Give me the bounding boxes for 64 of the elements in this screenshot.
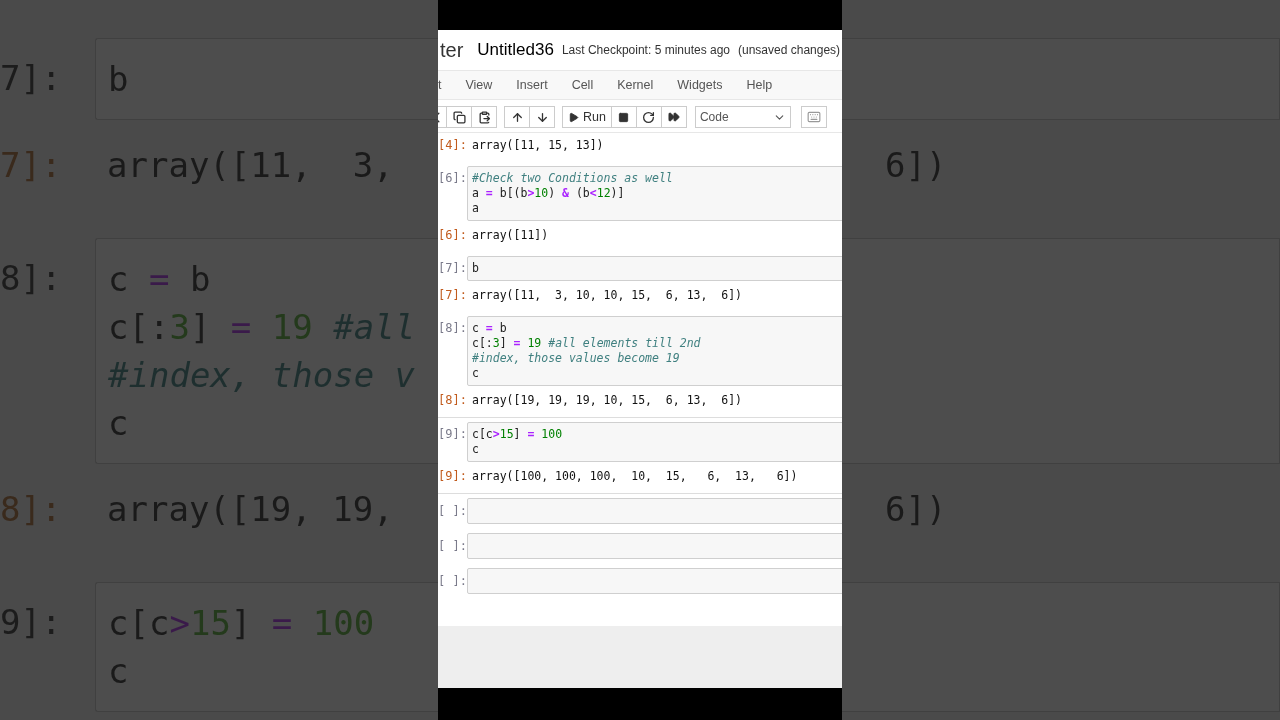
cell-prompt: [8]: bbox=[438, 393, 467, 408]
cell-prompt: [9]: bbox=[438, 426, 467, 442]
clipboard-icon bbox=[477, 110, 491, 124]
menu-item[interactable]: Widgets bbox=[677, 78, 723, 92]
output-text: array([11, 3, 10, 10, 15, 6, 13, 6]) bbox=[471, 288, 743, 303]
code-cell[interactable] bbox=[467, 533, 842, 559]
keyboard-icon bbox=[806, 110, 821, 124]
code-line: #Check two Conditions as well bbox=[472, 171, 674, 186]
code-cell[interactable] bbox=[467, 568, 842, 594]
save-status: (unsaved changes) bbox=[738, 43, 841, 57]
code-cell[interactable] bbox=[467, 498, 842, 524]
restart-button[interactable] bbox=[635, 106, 662, 128]
cell-prompt: [7]: bbox=[438, 288, 467, 303]
run-all-button[interactable] bbox=[660, 106, 687, 128]
code-line: c = b bbox=[472, 321, 508, 336]
move-down-button[interactable] bbox=[529, 106, 555, 128]
logo-text: ter bbox=[440, 38, 464, 62]
fast-forward-icon bbox=[667, 111, 680, 123]
menu-item[interactable]: Kernel bbox=[617, 78, 654, 92]
output-text: array([11]) bbox=[471, 228, 549, 243]
keyboard-button[interactable] bbox=[800, 106, 827, 128]
output-text: array([11, 15, 13]) bbox=[471, 138, 604, 153]
stop-button[interactable] bbox=[610, 106, 637, 128]
cell-prompt: [6]: bbox=[438, 228, 467, 243]
notebook-title[interactable]: Untitled36 bbox=[477, 40, 554, 60]
code-line: c[:3] = 19 #all elements till 2nd bbox=[472, 336, 702, 351]
code-line: c[c>15] = 100 bbox=[472, 427, 564, 442]
code-cell[interactable]: c[c>15] = 100 c bbox=[467, 422, 842, 462]
output-text: array([19, 19, 19, 10, 15, 6, 13, 6]) bbox=[471, 393, 743, 408]
arrow-down-icon bbox=[535, 110, 549, 124]
copy-icon bbox=[452, 110, 466, 124]
arrow-up-icon bbox=[510, 110, 524, 124]
cell-prompt: [6]: bbox=[438, 170, 467, 186]
cell-prompt: [ ]: bbox=[438, 538, 467, 554]
code-line: a bbox=[472, 201, 480, 216]
output-text: array([100, 100, 100, 10, 15, 6, 13, 6]) bbox=[471, 469, 798, 484]
code-line: b bbox=[472, 261, 480, 276]
code-line: c bbox=[472, 366, 480, 381]
checkpoint-text: Last Checkpoint: 5 minutes ago bbox=[561, 43, 730, 57]
cell-prompt: [ ]: bbox=[438, 503, 467, 519]
menu-item[interactable]: Help bbox=[746, 78, 773, 92]
play-icon bbox=[568, 111, 579, 123]
code-cell[interactable]: #Check two Conditions as well a = b[(b>10) & (b<12)] a bbox=[467, 166, 842, 221]
cell-type-select[interactable]: Code bbox=[694, 106, 791, 128]
code-cell[interactable]: b bbox=[467, 256, 842, 281]
paste-button[interactable] bbox=[471, 106, 497, 128]
code-line: #index, those values become 19 bbox=[472, 351, 681, 366]
menu-item[interactable]: Insert bbox=[516, 78, 548, 92]
cell-prompt: [7]: bbox=[438, 260, 467, 276]
menu-item[interactable]: t bbox=[438, 78, 442, 92]
cell-prompt: [8]: bbox=[438, 320, 467, 336]
cell-prompt: [9]: bbox=[438, 469, 467, 484]
code-cell[interactable]: c = b c[:3] = 19 #all elements till 2nd #index, those values become 19 c bbox=[467, 316, 842, 386]
run-button[interactable]: Run bbox=[562, 106, 612, 128]
cell-prompt: [ ]: bbox=[438, 573, 467, 589]
menu-item[interactable]: View bbox=[465, 78, 493, 92]
copy-button[interactable] bbox=[446, 106, 472, 128]
restart-icon bbox=[642, 110, 656, 124]
stop-icon bbox=[618, 111, 630, 123]
cell-prompt: [4]: bbox=[438, 138, 467, 153]
code-line: a = b[(b>10) & (b<12)] bbox=[472, 186, 626, 201]
menu-item[interactable]: Cell bbox=[571, 78, 594, 92]
code-line: c bbox=[472, 442, 480, 457]
move-up-button[interactable] bbox=[504, 106, 530, 128]
